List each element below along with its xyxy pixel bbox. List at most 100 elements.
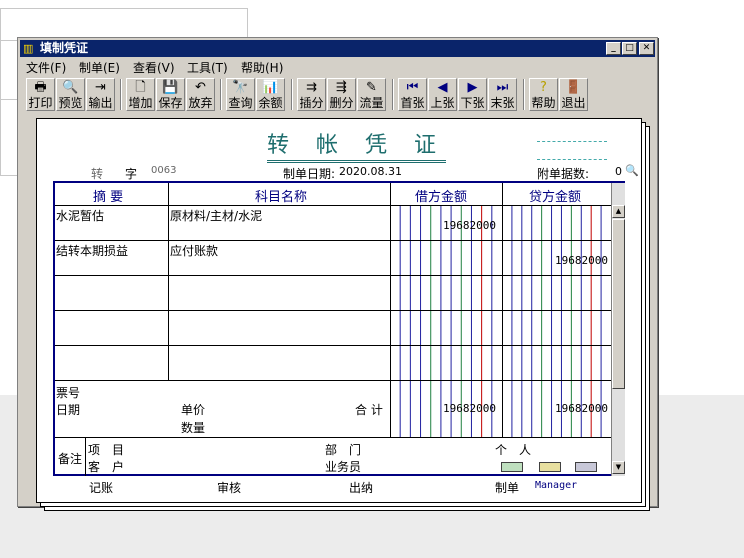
grid-line — [55, 310, 611, 311]
bar-chart-icon: 📊 — [262, 80, 279, 95]
card-icon[interactable] — [501, 462, 523, 472]
grid-line — [168, 183, 169, 380]
printer-icon: 🖶 — [34, 80, 47, 95]
toolbar-separator — [120, 79, 122, 110]
minimize-button[interactable]: _ — [606, 42, 621, 55]
left-arrow-icon: ◀ — [437, 80, 448, 95]
add-button[interactable]: 🗋 增加 — [126, 78, 155, 111]
menu-file[interactable]: 文件(F) — [26, 59, 66, 76]
query-button[interactable]: 🔭 查询 — [226, 78, 255, 111]
total-label: 合 计 — [355, 403, 383, 417]
grid-line — [55, 275, 611, 276]
search-card-icon[interactable] — [575, 462, 597, 472]
grid-line — [55, 205, 611, 206]
scroll-up-button[interactable]: ▲ — [612, 205, 625, 218]
grid-line — [390, 183, 391, 437]
voucher-paper: 转 帐 凭 证 转 字 0063 制单日期: 2020.08.31 附单据数: … — [36, 118, 642, 503]
unit-price-label: 单价 — [181, 403, 206, 417]
date-label: 制单日期: — [283, 167, 336, 181]
row2-credit[interactable]: 19682000 — [555, 254, 608, 267]
prev-voucher-button[interactable]: ◀ 上张 — [428, 78, 457, 111]
grid-line — [55, 345, 611, 346]
row1-debit[interactable]: 19682000 — [443, 219, 496, 232]
last-voucher-button[interactable]: ⏭ 末张 — [488, 78, 517, 111]
person-label: 个 人 — [495, 443, 532, 457]
save-button[interactable]: 💾 保存 — [156, 78, 185, 111]
toolbar: 🖶 打印 🔍 预览 ⇥ 输出 🗋 增加 💾 保存 ↶ 放弃 🔭 查询 📊 余额 ⇉ 插分 ⇶ 删分 … — [21, 77, 655, 113]
binoculars-icon: 🔭 — [232, 80, 249, 95]
footer-maker: 制单 — [495, 481, 520, 495]
attach-search-icon[interactable]: 🔍 — [625, 164, 639, 177]
dept-label: 部 门 — [325, 443, 362, 457]
app-icon: ▥ — [23, 42, 34, 55]
magnifier-page-icon: 🔍 — [62, 80, 79, 95]
row2-account[interactable]: 应付账款 — [170, 242, 218, 259]
edit-pen-icon: ✎ — [366, 80, 377, 95]
title-bar: ▥ 填制凭证 _ □ ✕ — [20, 40, 655, 57]
discard-button[interactable]: ↶ 放弃 — [186, 78, 215, 111]
grid-line — [85, 437, 86, 476]
exit-button[interactable]: 🚪 退出 — [559, 78, 588, 111]
voucher-window: ▥ 填制凭证 _ □ ✕ 文件(F) 制单(E) 查看(V) 工具(T) 帮助(… — [17, 37, 658, 511]
scroll-thumb[interactable] — [612, 219, 625, 389]
ticket-label: 票号 — [56, 386, 81, 400]
row1-account[interactable]: 原材料/主材/水泥 — [170, 207, 262, 224]
toolbar-separator — [220, 79, 222, 110]
last-arrow-icon: ⏭ — [496, 80, 509, 95]
first-arrow-icon: ⏮ — [406, 80, 419, 95]
vertical-scrollbar[interactable]: ▲ ▼ — [611, 183, 625, 476]
grid-line — [55, 240, 611, 241]
attach-count[interactable]: 0 — [615, 165, 622, 178]
quantity-label: 数量 — [181, 421, 206, 435]
date2-label: 日期 — [56, 403, 81, 417]
footer-maker-name: Manager — [535, 480, 578, 491]
export-arrow-icon: ⇥ — [95, 80, 106, 95]
right-arrow-icon: ▶ — [467, 80, 478, 95]
preview-button[interactable]: 🔍 预览 — [56, 78, 85, 111]
maximize-button[interactable]: □ — [622, 42, 637, 55]
footer-audit: 审核 — [217, 481, 242, 495]
toolbar-separator — [291, 79, 293, 110]
total-credit: 19682000 — [555, 402, 608, 415]
delete-entry-button[interactable]: ⇶ 删分 — [327, 78, 356, 111]
balance-button[interactable]: 📊 余额 — [256, 78, 285, 111]
voucher-number[interactable]: 0063 — [151, 165, 176, 176]
remark-label: 备注 — [58, 452, 83, 466]
floppy-disk-icon: 💾 — [162, 80, 179, 95]
menu-voucher[interactable]: 制单(E) — [79, 59, 120, 76]
salesman-label: 业务员 — [325, 460, 362, 474]
undo-arrow-icon: ↶ — [195, 80, 206, 95]
menu-tools[interactable]: 工具(T) — [187, 59, 228, 76]
insert-row-icon: ⇉ — [306, 80, 317, 95]
first-voucher-button[interactable]: ⏮ 首张 — [398, 78, 427, 111]
total-debit: 19682000 — [443, 402, 496, 415]
id-card-icon[interactable] — [539, 462, 561, 472]
toolbar-separator — [392, 79, 394, 110]
attach-label: 附单据数: — [537, 167, 590, 181]
cash-flow-button[interactable]: ✎ 流量 — [357, 78, 386, 111]
close-button[interactable]: ✕ — [639, 42, 654, 55]
grid-line — [55, 380, 611, 381]
help-button[interactable]: ? 帮助 — [529, 78, 558, 111]
grid-line — [55, 437, 611, 438]
voucher-title: 转 帐 凭 证 — [267, 127, 446, 163]
next-voucher-button[interactable]: ▶ 下张 — [458, 78, 487, 111]
customer-label: 客 户 — [88, 460, 125, 474]
decor-dash-line — [537, 141, 607, 142]
row2-summary[interactable]: 结转本期损益 — [56, 242, 128, 259]
question-icon: ? — [540, 80, 547, 95]
export-button[interactable]: ⇥ 输出 — [86, 78, 115, 111]
footer-bookkeep: 记账 — [89, 481, 114, 495]
delete-row-icon: ⇶ — [336, 80, 347, 95]
insert-entry-button[interactable]: ⇉ 插分 — [297, 78, 326, 111]
voucher-type-suffix: 字 — [125, 167, 138, 181]
scroll-down-button[interactable]: ▼ — [612, 461, 625, 474]
exit-door-icon: 🚪 — [565, 80, 582, 95]
print-button[interactable]: 🖶 打印 — [26, 78, 55, 111]
voucher-date[interactable]: 2020.08.31 — [339, 165, 402, 178]
decor-dash-line — [537, 159, 607, 160]
menu-help[interactable]: 帮助(H) — [241, 59, 283, 76]
row1-summary[interactable]: 水泥暂估 — [56, 207, 104, 224]
toolbar-separator — [523, 79, 525, 110]
menu-view[interactable]: 查看(V) — [133, 59, 175, 76]
